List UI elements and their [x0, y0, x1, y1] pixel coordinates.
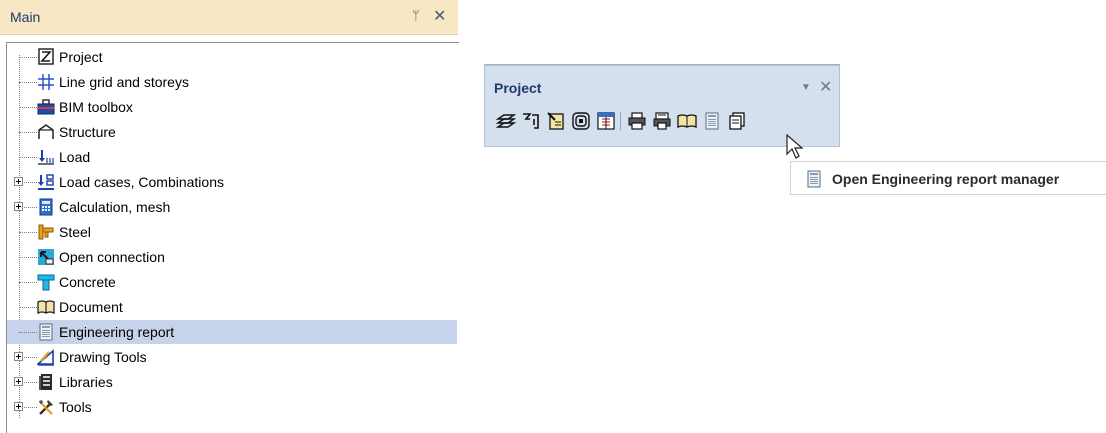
tree-item-load[interactable]: Load: [7, 145, 457, 169]
expand-icon[interactable]: [14, 377, 23, 386]
copy-icon[interactable]: [726, 109, 748, 133]
tree-item-label: Drawing Tools: [59, 349, 147, 365]
tree-item-label: Engineering report: [59, 324, 175, 340]
tools-icon: [37, 398, 55, 416]
tooltip: Open Engineering report manager: [790, 161, 1106, 195]
grid-data-icon[interactable]: [595, 109, 617, 133]
close-icon[interactable]: ✕: [433, 6, 446, 26]
tree-item-label: Load: [59, 149, 91, 165]
print-preview-icon[interactable]: [651, 109, 673, 133]
toolbar-buttons: [495, 109, 835, 135]
expand-icon[interactable]: [14, 402, 23, 411]
main-panel: Main ᛘ ✕ Project Line grid and storeys B…: [0, 0, 459, 433]
libraries-icon: [37, 373, 55, 391]
tree-item-steel[interactable]: Steel: [7, 220, 457, 244]
tree-item-label: Line grid and storeys: [59, 74, 189, 90]
structure-icon: [37, 123, 55, 141]
tree-item-tools[interactable]: Tools: [7, 395, 457, 419]
tree-item-label: Document: [59, 299, 123, 315]
calculator-icon: [37, 198, 55, 216]
document-icon: [37, 298, 55, 316]
tree-item-structure[interactable]: Structure: [7, 120, 457, 144]
tree-item-label: Tools: [59, 399, 92, 415]
tree-item-label: BIM toolbox: [59, 99, 133, 115]
tooltip-text: Open Engineering report manager: [832, 171, 1060, 187]
report-icon: [37, 323, 55, 341]
settings-icon[interactable]: [520, 109, 542, 133]
grid-icon: [37, 73, 55, 91]
chevron-down-icon[interactable]: ▼: [801, 82, 811, 93]
project-icon: [37, 48, 55, 66]
close-icon[interactable]: ✕: [819, 77, 832, 97]
tree-item-label: Project: [59, 49, 103, 65]
tree-item-label: Calculation, mesh: [59, 199, 171, 215]
concrete-icon: [37, 273, 55, 291]
properties-icon[interactable]: [545, 109, 567, 133]
steel-icon: [37, 223, 55, 241]
tree-item-concrete[interactable]: Concrete: [7, 270, 457, 294]
toolbox-icon: [37, 98, 55, 116]
main-panel-header: Main ᛘ ✕: [0, 0, 458, 35]
tree-item-load-cases[interactable]: Load cases, Combinations: [7, 170, 457, 194]
toolbar-separator: [620, 112, 621, 130]
tree-item-label: Load cases, Combinations: [59, 174, 224, 190]
tree-item-line-grid[interactable]: Line grid and storeys: [7, 70, 457, 94]
main-panel-title: Main: [10, 9, 41, 25]
tree-item-drawing-tools[interactable]: Drawing Tools: [7, 345, 457, 369]
tree-item-label: Open connection: [59, 249, 165, 265]
document-icon[interactable]: [676, 109, 698, 133]
tree-item-calculation[interactable]: Calculation, mesh: [7, 195, 457, 219]
tree-item-document[interactable]: Document: [7, 295, 457, 319]
report-icon[interactable]: [701, 109, 723, 133]
tree-item-bim-toolbox[interactable]: BIM toolbox: [7, 95, 457, 119]
load-cases-icon: [37, 173, 55, 191]
tree-item-open-connection[interactable]: Open connection: [7, 245, 457, 269]
expand-icon[interactable]: [14, 352, 23, 361]
expand-icon[interactable]: [14, 177, 23, 186]
load-icon: [37, 148, 55, 166]
tree-item-libraries[interactable]: Libraries: [7, 370, 457, 394]
print-icon[interactable]: [626, 109, 648, 133]
tree-item-project[interactable]: Project: [7, 45, 457, 69]
drawing-tools-icon: [37, 348, 55, 366]
pin-icon[interactable]: ᛘ: [412, 9, 420, 24]
report-icon: [806, 170, 822, 188]
layers-icon[interactable]: [495, 109, 517, 133]
materials-icon[interactable]: [570, 109, 592, 133]
expand-icon[interactable]: [14, 202, 23, 211]
tree-item-engineering-report[interactable]: Engineering report: [7, 320, 457, 344]
mouse-cursor-icon: [785, 133, 805, 160]
tree-item-label: Steel: [59, 224, 91, 240]
project-toolbar-title: Project: [494, 80, 542, 96]
main-tree: Project Line grid and storeys BIM toolbo…: [6, 42, 459, 433]
tree-item-label: Structure: [59, 124, 116, 140]
connection-icon: [37, 248, 55, 266]
tree-item-label: Libraries: [59, 374, 113, 390]
tree-item-label: Concrete: [59, 274, 116, 290]
